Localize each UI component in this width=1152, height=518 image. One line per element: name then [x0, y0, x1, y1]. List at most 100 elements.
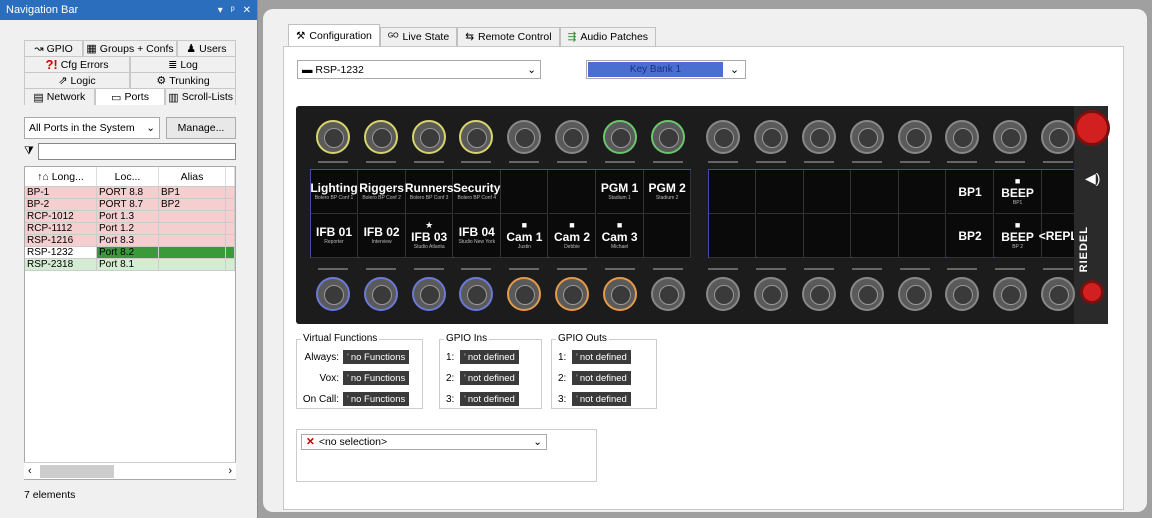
panel-key-bottom[interactable]	[507, 277, 542, 311]
display-key-bottom[interactable]: ■ BEEP BP 2	[994, 214, 1042, 258]
panel-key-bottom[interactable]	[555, 277, 589, 311]
display-key-bottom[interactable]	[709, 214, 756, 258]
display-key-top[interactable]	[851, 170, 899, 214]
tab-trunking[interactable]: ⚙ Trunking	[130, 72, 236, 88]
display-key-bottom[interactable]	[804, 214, 852, 258]
panel-key-bottom[interactable]	[650, 277, 685, 311]
display-key-top[interactable]: Security Bolero BP Conf 4	[453, 170, 501, 214]
display-key-bottom[interactable]: IFB 02 Interview	[358, 214, 406, 258]
tab-users[interactable]: ♟ Users	[176, 40, 236, 56]
tab-ports[interactable]: ▭ Ports	[94, 88, 166, 105]
scroll-right-icon[interactable]: ›	[228, 465, 236, 477]
tab-remote-control[interactable]: ⇆ Remote Control	[457, 27, 560, 46]
display-key-top[interactable]: Riggers Bolero BP Conf 2	[358, 170, 406, 214]
table-row[interactable]: RCP-1112 Port 1.2	[25, 223, 235, 235]
display-key-bottom[interactable]	[644, 214, 692, 258]
panel-key-bottom[interactable]	[897, 277, 932, 311]
table-row[interactable]: BP-1 PORT 8.8 BP1	[25, 187, 235, 199]
panel-key-top[interactable]	[706, 120, 741, 154]
gpio-out-value[interactable]: not defined	[572, 392, 631, 406]
key-assignment-select[interactable]: ✕ <no selection> ⌄	[301, 434, 547, 450]
display-key-top[interactable]: ■ BEEP BP1	[994, 170, 1042, 214]
dropdown-icon[interactable]: ▾	[218, 5, 223, 16]
tab-audio-patches[interactable]: ⇶ Audio Patches	[559, 27, 657, 46]
display-key-top[interactable]: PGM 2 Stadium 2	[644, 170, 692, 214]
vf-oncall-value[interactable]: no Functions	[343, 392, 410, 406]
panel-key-top[interactable]	[802, 120, 836, 154]
panel-key-bottom[interactable]	[316, 277, 350, 311]
panel-key-top[interactable]	[459, 120, 494, 154]
column-header-loc[interactable]: Loc...	[97, 167, 159, 186]
panel-key-bottom[interactable]	[1041, 277, 1075, 311]
tab-scroll-lists[interactable]: ▥ Scroll-Lists	[165, 88, 237, 105]
gpio-in-value[interactable]: not defined	[460, 371, 519, 385]
panel-key-top[interactable]	[754, 120, 789, 154]
panel-key-bottom[interactable]	[706, 277, 741, 311]
display-key-top[interactable]: Lighting Bolero BP Conf 1	[310, 170, 358, 214]
table-row[interactable]: RSP-1216 Port 8.3	[25, 235, 235, 247]
display-key-bottom[interactable]	[756, 214, 804, 258]
red-button-bottom[interactable]	[1080, 280, 1104, 304]
gpio-out-value[interactable]: not defined	[572, 350, 631, 364]
panel-key-top[interactable]	[555, 120, 589, 154]
panel-key-top[interactable]	[602, 120, 637, 154]
panel-key-top[interactable]	[897, 120, 932, 154]
tab-gpio[interactable]: ↝ GPIO	[24, 40, 84, 56]
display-key-top[interactable]: PGM 1 Stadium 1	[596, 170, 644, 214]
display-key-bottom[interactable]: BP2	[947, 214, 994, 258]
tab-configuration[interactable]: ⚒ Configuration	[288, 24, 380, 46]
panel-key-top[interactable]	[945, 120, 980, 154]
display-key-bottom[interactable]: ■ Cam 2 Debbie	[549, 214, 596, 258]
tab-cfg-errors[interactable]: ?! Cfg Errors	[24, 56, 130, 72]
horizontal-scrollbar[interactable]: ‹ ›	[24, 462, 236, 479]
panel-key-bottom[interactable]	[802, 277, 836, 311]
panel-key-top[interactable]	[650, 120, 685, 154]
tab-log[interactable]: ≣ Log	[130, 56, 236, 72]
key-bank-select[interactable]: Key Bank 1 ⌄	[586, 60, 746, 79]
panel-key-top[interactable]	[849, 120, 884, 154]
panel-key-bottom[interactable]	[754, 277, 789, 311]
panel-key-bottom[interactable]	[993, 277, 1028, 311]
gpio-in-value[interactable]: not defined	[460, 350, 519, 364]
display-key-bottom[interactable]: IFB 01 Reporter	[311, 214, 358, 258]
table-row-selected[interactable]: RSP-1232 Port 8.2	[25, 247, 235, 259]
display-key-top[interactable]	[709, 170, 756, 214]
scroll-left-icon[interactable]: ‹	[24, 465, 32, 477]
display-key-top[interactable]	[899, 170, 947, 214]
panel-key-top[interactable]	[1041, 120, 1075, 154]
display-key-bottom[interactable]: IFB 04 Studio New York	[453, 214, 501, 258]
speaker-icon[interactable]: ◀)	[1085, 170, 1100, 187]
panel-key-bottom[interactable]	[459, 277, 494, 311]
close-icon[interactable]: ✕	[243, 5, 251, 16]
display-key-top[interactable]	[804, 170, 852, 214]
display-key-bottom[interactable]	[899, 214, 947, 258]
tab-groups-confs[interactable]: ▦ Groups + Confs	[83, 40, 177, 56]
panel-key-top[interactable]	[993, 120, 1028, 154]
port-select[interactable]: ▬ RSP-1232 ⌄	[297, 60, 541, 79]
filter-input[interactable]	[37, 143, 236, 160]
panel-key-bottom[interactable]	[849, 277, 884, 311]
tab-live-state[interactable]: ᴳᴼ Live State	[379, 27, 458, 46]
column-header-alias[interactable]: Alias	[159, 167, 226, 186]
manage-button[interactable]: Manage...	[166, 117, 236, 139]
vf-vox-value[interactable]: no Functions	[343, 371, 410, 385]
display-key-bottom[interactable]: ■ Cam 3 Michael	[596, 214, 644, 258]
table-row[interactable]: RSP-2318 Port 8.1	[25, 259, 235, 271]
panel-key-bottom[interactable]	[945, 277, 980, 311]
vf-always-value[interactable]: no Functions	[343, 350, 410, 364]
clear-icon[interactable]: ✕	[306, 436, 315, 448]
tab-network[interactable]: ▤ Network	[24, 88, 95, 105]
table-row[interactable]: RCP-1012 Port 1.3	[25, 211, 235, 223]
panel-key-bottom[interactable]	[411, 277, 446, 311]
ports-filter-select[interactable]: All Ports in the System ⌄	[24, 117, 160, 139]
display-key-top[interactable]: BP1	[947, 170, 994, 214]
pin-icon[interactable]: ᵖ	[231, 5, 235, 16]
panel-key-bottom[interactable]	[602, 277, 637, 311]
scroll-thumb[interactable]	[40, 465, 114, 478]
display-key-top[interactable]: Runners Bolero BP Conf 3	[405, 170, 454, 214]
panel-key-top[interactable]	[363, 120, 398, 154]
display-key-top[interactable]	[501, 170, 549, 214]
panel-key-top[interactable]	[316, 120, 350, 154]
gpio-out-value[interactable]: not defined	[572, 371, 631, 385]
gpio-in-value[interactable]: not defined	[460, 392, 519, 406]
